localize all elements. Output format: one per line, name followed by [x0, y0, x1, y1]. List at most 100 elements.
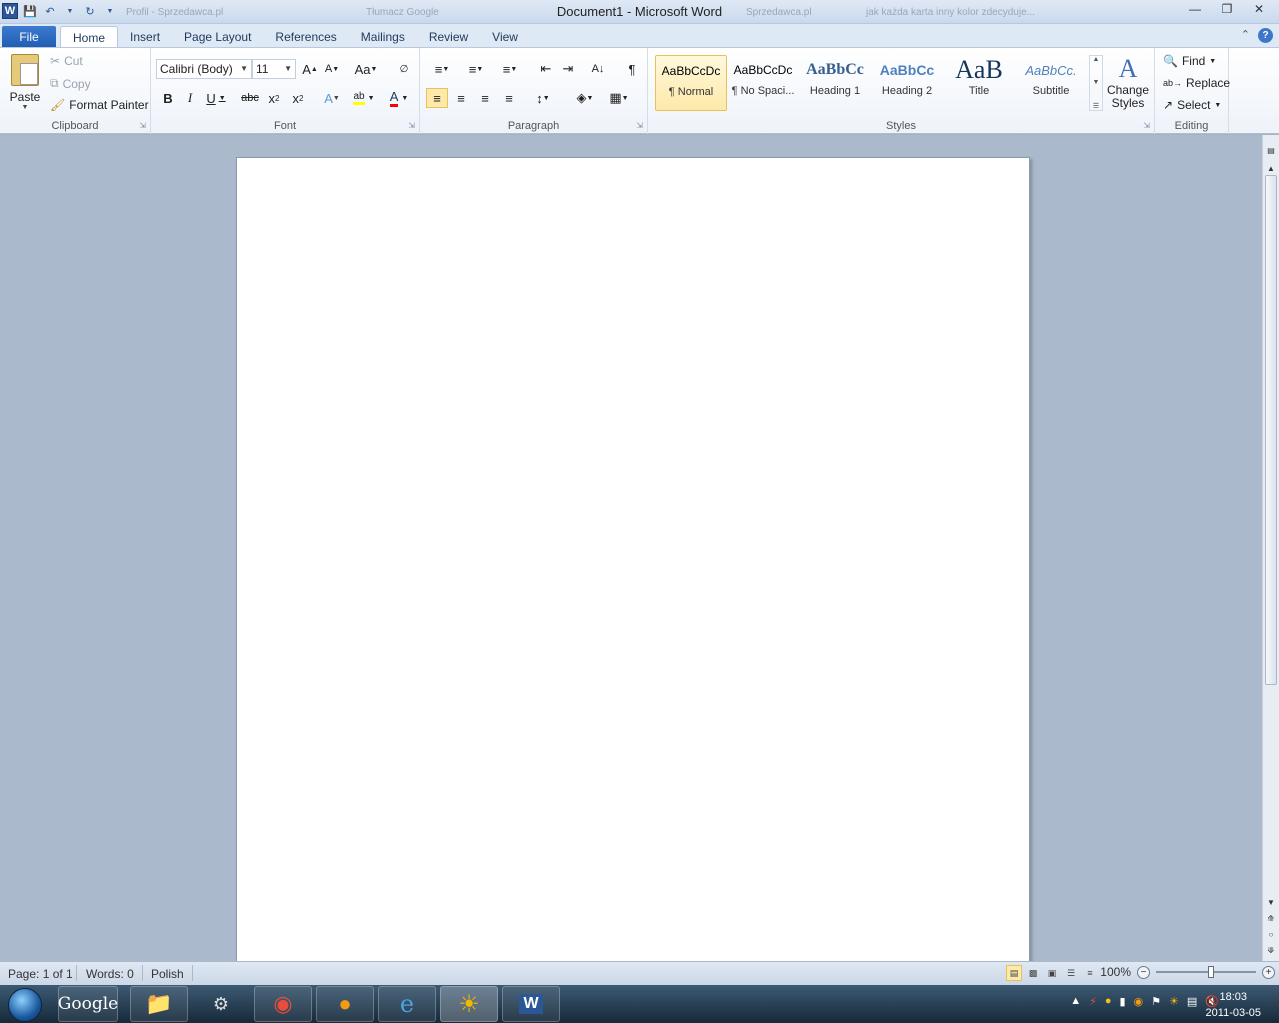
document-page[interactable]	[236, 157, 1030, 967]
restore-icon[interactable]: ❐	[1211, 0, 1243, 18]
tab-insert[interactable]: Insert	[118, 26, 172, 48]
zoom-level[interactable]: 100%	[1100, 965, 1131, 979]
taskbar-internet-explorer[interactable]: e	[378, 986, 436, 1022]
zoom-in-icon[interactable]: +	[1262, 965, 1275, 979]
tab-review[interactable]: Review	[417, 26, 480, 48]
clipboard-launcher-icon[interactable]: ⇲	[139, 121, 146, 130]
tab-view[interactable]: View	[480, 26, 530, 48]
justify-button[interactable]: ≡	[498, 88, 520, 108]
find-button[interactable]: 🔍 Find ▼	[1163, 54, 1216, 68]
tab-page-layout[interactable]: Page Layout	[172, 26, 263, 48]
subscript-button[interactable]: x2	[264, 88, 284, 108]
cut-button[interactable]: ✂ Cut	[50, 54, 83, 68]
taskbar-network-app[interactable]: ⚙	[192, 986, 250, 1022]
change-styles-button[interactable]: A Change Styles	[1105, 54, 1151, 110]
decrease-indent-icon[interactable]: ⇤	[536, 59, 556, 79]
web-layout-icon[interactable]: ▣	[1044, 965, 1060, 981]
system-clock[interactable]: 18:03 2011-03-05	[1206, 989, 1261, 1021]
grow-font-button[interactable]: A ▲	[301, 59, 319, 79]
style-heading-1[interactable]: AaBbCc Heading 1	[799, 55, 871, 111]
tab-home[interactable]: Home	[60, 26, 119, 48]
flag-icon[interactable]: ⚑	[1151, 995, 1161, 1008]
style-title[interactable]: AaB Title	[943, 55, 1015, 111]
borders-button[interactable]: ▦ ▼	[604, 88, 634, 108]
select-button[interactable]: ↗ Select ▼	[1163, 98, 1221, 112]
start-button[interactable]	[8, 988, 42, 1022]
orange-circle-icon[interactable]: ◉	[1134, 995, 1144, 1008]
copy-button[interactable]: ⧉ Copy	[50, 76, 91, 91]
browse-object-icon[interactable]: ○	[1263, 927, 1279, 941]
draft-view-icon[interactable]: ≡	[1082, 965, 1098, 981]
bullets-button[interactable]: ≡ ▼	[428, 59, 456, 79]
vertical-scrollbar[interactable]: ▤ ▲ ▼ ⟰ ○ ⟱	[1262, 135, 1279, 961]
align-center-button[interactable]: ≡	[450, 88, 472, 108]
previous-page-icon[interactable]: ⟰	[1263, 911, 1279, 925]
taskbar-explorer[interactable]: 📁	[130, 986, 188, 1022]
numbering-button[interactable]: ≡ ▼	[462, 59, 490, 79]
change-case-button[interactable]: Aa ▼	[353, 59, 379, 79]
chevron-down-icon[interactable]: ▼	[1093, 79, 1100, 86]
bold-button[interactable]: B	[159, 88, 177, 108]
signal-icon[interactable]: ▮	[1119, 995, 1125, 1008]
shrink-font-button[interactable]: A ▼	[323, 59, 341, 79]
sun-tray-icon[interactable]: ☀	[1169, 995, 1179, 1008]
show-hidden-icons-icon[interactable]: ▲	[1070, 995, 1081, 1008]
sort-icon[interactable]: A↓	[588, 59, 608, 79]
help-icon[interactable]: ?	[1258, 28, 1273, 43]
taskbar-word[interactable]: W	[502, 986, 560, 1022]
scroll-up-icon[interactable]: ▲	[1263, 161, 1279, 175]
tab-file[interactable]: File	[2, 26, 56, 48]
taskbar-google[interactable]: Google	[58, 986, 118, 1022]
clear-formatting-icon[interactable]: ∅	[394, 59, 414, 79]
paste-button[interactable]: Paste ▼	[6, 54, 44, 114]
print-layout-icon[interactable]: ▤	[1006, 965, 1022, 981]
scroll-down-icon[interactable]: ▼	[1263, 895, 1279, 909]
superscript-button[interactable]: x2	[288, 88, 308, 108]
shading-button[interactable]: ◈ ▼	[570, 88, 600, 108]
page-count[interactable]: Page: 1 of 1	[8, 967, 73, 981]
taskbar-sun-app[interactable]: ☀	[440, 986, 498, 1022]
underline-button[interactable]: U ▼	[203, 88, 229, 108]
style-subtitle[interactable]: AaBbCc. Subtitle	[1015, 55, 1087, 111]
styles-gallery-scroll[interactable]: ▲ ▼ ☰	[1089, 55, 1103, 111]
taskbar-chrome[interactable]: ◉	[254, 986, 312, 1022]
zoom-out-icon[interactable]: −	[1137, 965, 1150, 979]
text-effects-button[interactable]: A ▼	[319, 88, 345, 108]
zoom-slider-knob[interactable]	[1208, 966, 1214, 978]
italic-button[interactable]: I	[181, 88, 199, 108]
font-color-button[interactable]: A ▼	[385, 88, 413, 108]
chevron-up-icon[interactable]: ▲	[1093, 56, 1100, 63]
tab-mailings[interactable]: Mailings	[349, 26, 417, 48]
word-count[interactable]: Words: 0	[86, 967, 134, 981]
close-icon[interactable]: ✕	[1243, 0, 1275, 18]
multilevel-list-button[interactable]: ≡ ▼	[496, 59, 524, 79]
view-ruler-icon[interactable]: ▤	[1263, 143, 1279, 157]
style-normal[interactable]: AaBbCcDc ¶ Normal	[655, 55, 727, 111]
full-screen-reading-icon[interactable]: ▩	[1025, 965, 1041, 981]
taskbar-firefox[interactable]: ●	[316, 986, 374, 1022]
font-size-select[interactable]: 11 ▼	[252, 59, 296, 79]
font-launcher-icon[interactable]: ⇲	[408, 121, 415, 130]
align-right-button[interactable]: ≡	[474, 88, 496, 108]
scrollbar-thumb[interactable]	[1265, 175, 1277, 685]
more-styles-icon[interactable]: ☰	[1093, 102, 1099, 110]
style-no-spacing[interactable]: AaBbCcDc ¶ No Spaci...	[727, 55, 799, 111]
paragraph-launcher-icon[interactable]: ⇲	[636, 121, 643, 130]
styles-launcher-icon[interactable]: ⇲	[1143, 121, 1150, 130]
lightning-icon[interactable]: ⚡	[1089, 995, 1097, 1008]
zoom-slider[interactable]	[1156, 966, 1256, 978]
minimize-icon[interactable]: —	[1179, 0, 1211, 18]
highlight-color-button[interactable]: ab ▼	[349, 88, 379, 108]
increase-indent-icon[interactable]: ⇥	[558, 59, 578, 79]
strikethrough-button[interactable]: abc	[239, 88, 261, 108]
show-formatting-icon[interactable]: ¶	[622, 59, 642, 79]
format-painter-button[interactable]: 🖌 Format Painter	[50, 98, 149, 112]
minimize-ribbon-icon[interactable]: ⌃	[1241, 28, 1250, 43]
line-spacing-button[interactable]: ↕ ▼	[530, 88, 556, 108]
language-indicator[interactable]: Polish	[151, 967, 184, 981]
font-family-select[interactable]: Calibri (Body) ▼	[156, 59, 252, 79]
replace-button[interactable]: ab→ Replace	[1163, 76, 1230, 90]
outline-view-icon[interactable]: ☰	[1063, 965, 1079, 981]
tab-references[interactable]: References	[263, 26, 348, 48]
next-page-icon[interactable]: ⟱	[1263, 943, 1279, 957]
